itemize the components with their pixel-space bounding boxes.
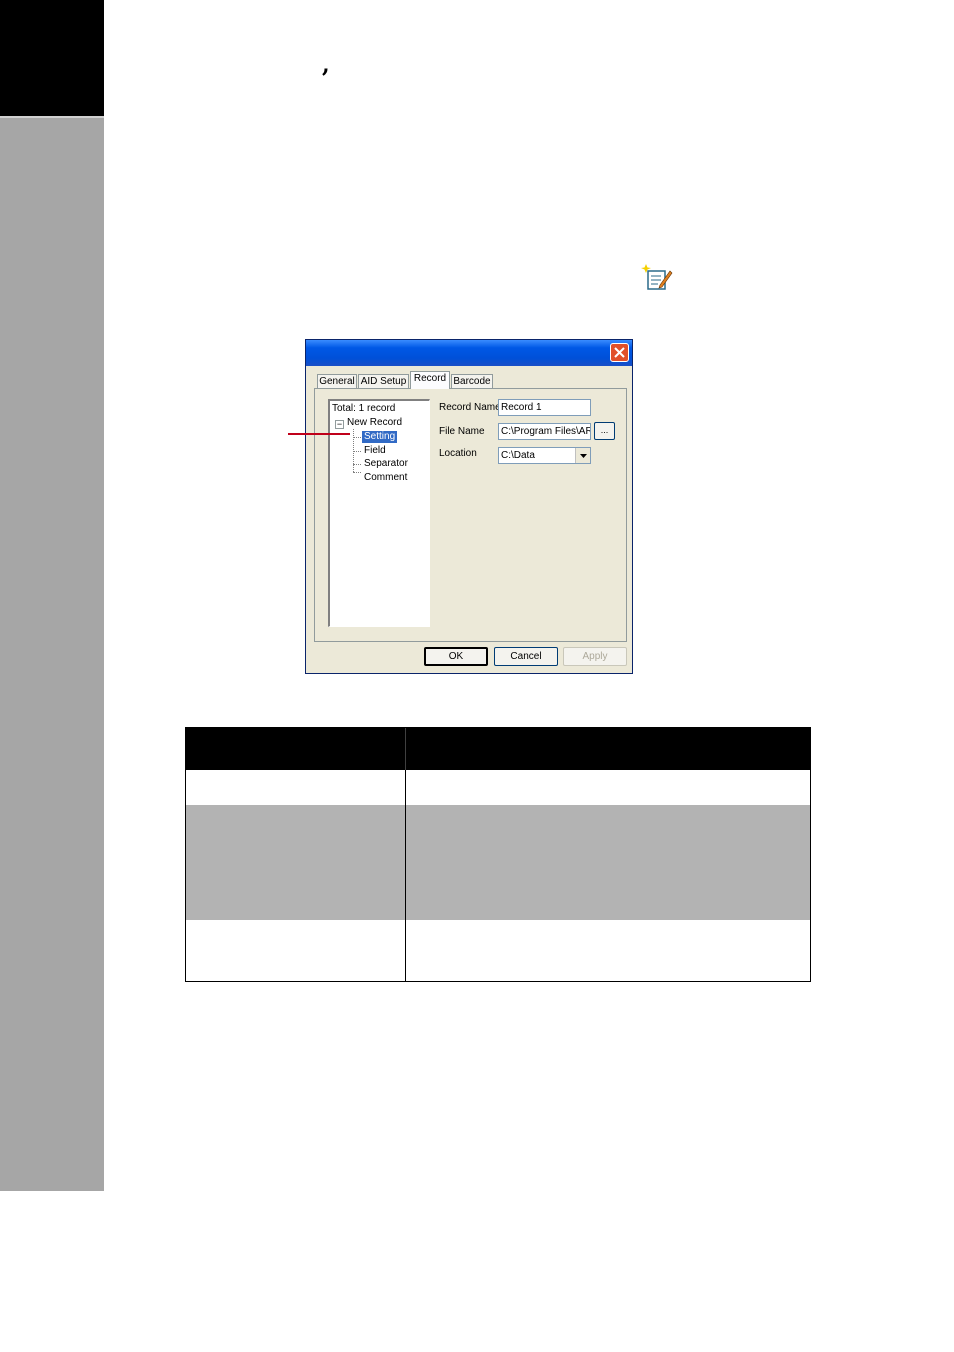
record-name-label: Record Name [439,402,501,413]
dropdown-arrow-icon[interactable] [575,448,590,463]
tree-node-setting[interactable]: Setting [362,431,398,443]
file-name-input[interactable]: C:\Program Files\ARG [498,423,591,440]
tree-node-field[interactable]: Field [364,445,386,457]
chapter-tab-black [0,0,104,116]
record-name-input[interactable]: Record 1 [498,399,591,416]
tab-aid-setup[interactable]: AID Setup [358,374,409,389]
new-record-icon [641,263,673,291]
location-select[interactable]: C:\Data [498,447,591,464]
chapter-sidebar-gray [0,116,104,1191]
dialog-titlebar[interactable] [306,340,632,366]
tree-node-new-record[interactable]: New Record [347,417,402,429]
table-header-row [186,728,810,770]
tab-barcode[interactable]: Barcode [451,374,493,389]
tab-general[interactable]: General [317,374,357,389]
record-settings-dialog: General AID Setup Record Barcode Total: … [305,339,633,674]
tree-node-comment[interactable]: Comment [364,472,407,484]
tree-total: Total: 1 record [332,403,396,414]
apply-button[interactable]: Apply [563,647,627,666]
table-row [186,770,810,805]
tab-record[interactable]: Record [410,371,450,389]
description-table [185,727,811,982]
location-label: Location [439,448,477,459]
tree-collapse-toggle[interactable]: − [335,420,344,429]
file-name-label: File Name [439,426,485,437]
table-row-shaded [186,805,810,920]
browse-button[interactable]: ... [594,422,615,440]
table-row [186,920,810,981]
close-icon[interactable] [610,343,629,362]
ok-button[interactable]: OK [424,647,488,666]
location-select-value: C:\Data [501,450,535,461]
callout-pointer-line [288,433,350,435]
tree-node-separator[interactable]: Separator [364,458,408,470]
tab-panel-record: Total: 1 record − New Record Setting Fie… [314,388,627,642]
stray-comma: , [322,52,330,78]
cancel-button[interactable]: Cancel [494,647,558,666]
